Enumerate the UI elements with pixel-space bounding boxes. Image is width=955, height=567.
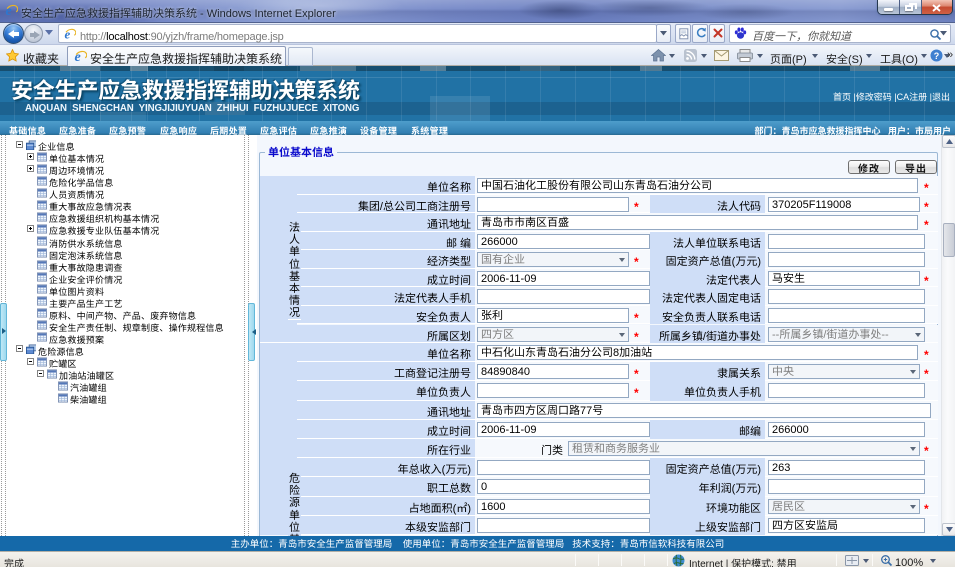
svg-text:?: ? — [934, 51, 940, 61]
